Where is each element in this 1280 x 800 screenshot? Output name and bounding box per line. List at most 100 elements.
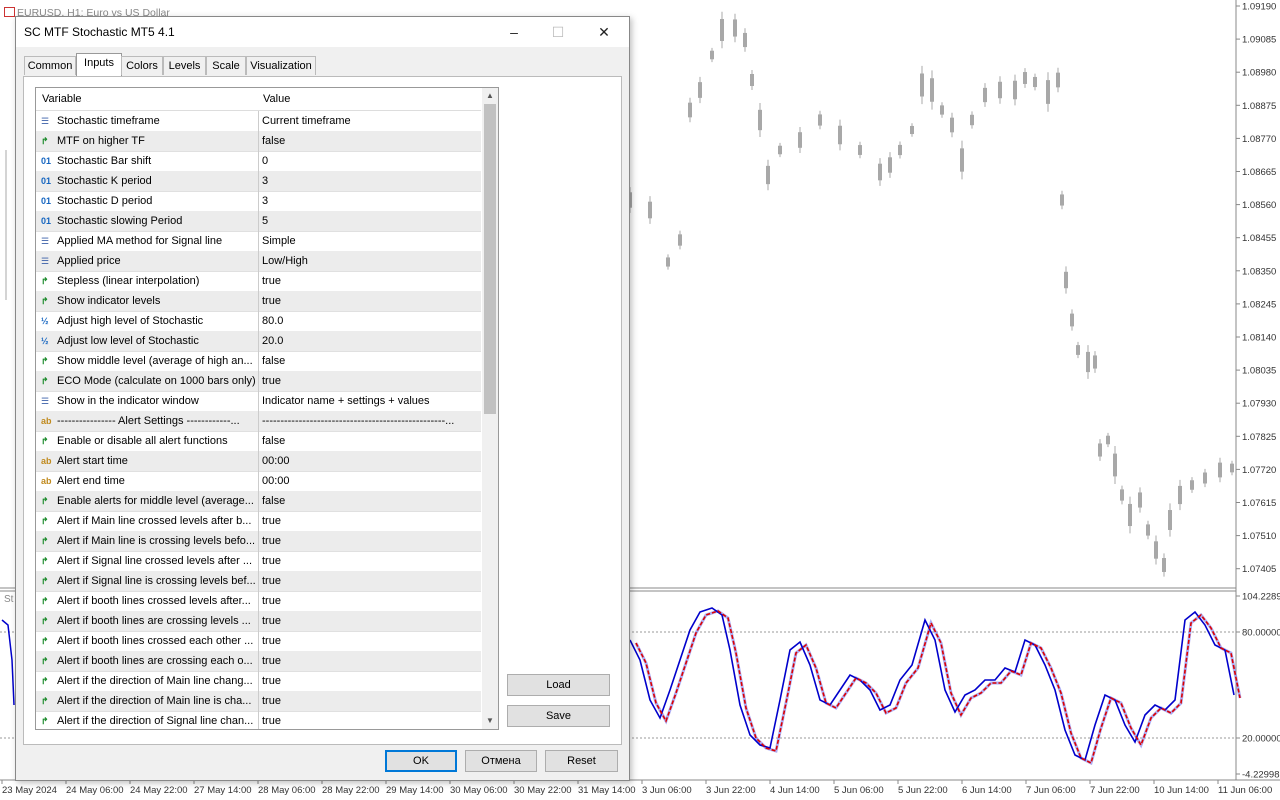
reset-button[interactable]: Reset	[545, 750, 618, 772]
input-value-cell[interactable]: ----------------------------------------…	[261, 411, 479, 431]
input-value-cell[interactable]: Current timeframe	[261, 111, 479, 131]
scroll-thumb[interactable]	[484, 104, 496, 414]
input-row[interactable]: ↱ Alert if booth lines are crossing each …	[36, 651, 481, 672]
minimize-button[interactable]: –	[492, 17, 536, 47]
input-value-cell[interactable]: Indicator name + settings + values	[261, 391, 479, 411]
input-value-cell[interactable]: true	[261, 291, 479, 311]
input-value[interactable]: false	[262, 435, 285, 447]
tab-levels[interactable]: Levels	[163, 56, 206, 75]
input-value[interactable]: false	[262, 495, 285, 507]
input-row[interactable]: ↱ ECO Mode (calculate on 1000 bars only) t…	[36, 371, 481, 392]
dialog-titlebar[interactable]: SC MTF Stochastic MT5 4.1 – ☐ ✕	[16, 17, 629, 47]
input-row[interactable]: ↱ Alert if Main line is crossing levels b…	[36, 531, 481, 552]
input-value[interactable]: true	[262, 375, 281, 387]
input-row[interactable]: 01 Stochastic Bar shift 0	[36, 151, 481, 172]
input-row[interactable]: ½ Adjust low level of Stochastic 20.0	[36, 331, 481, 352]
tab-colors[interactable]: Colors	[121, 56, 163, 75]
input-value[interactable]: true	[262, 675, 281, 687]
input-value-cell[interactable]: true	[261, 671, 479, 691]
tab-common[interactable]: Common	[24, 56, 76, 75]
input-row[interactable]: ↱ MTF on higher TF false	[36, 131, 481, 152]
input-value-cell[interactable]: true	[261, 371, 479, 391]
load-button[interactable]: Load	[507, 674, 610, 696]
input-value[interactable]: true	[262, 635, 281, 647]
input-value-cell[interactable]: true	[261, 511, 479, 531]
input-row[interactable]: ↱ Show middle level (average of high an..…	[36, 351, 481, 372]
input-row[interactable]: 01 Stochastic K period 3	[36, 171, 481, 192]
input-value-cell[interactable]: 3	[261, 191, 479, 211]
input-value-cell[interactable]: 5	[261, 211, 479, 231]
input-row[interactable]: ab ---------------- Alert Settings ------…	[36, 411, 481, 432]
input-value[interactable]: true	[262, 655, 281, 667]
input-row[interactable]: ↱ Alert if the direction of Main line cha…	[36, 671, 481, 692]
input-row[interactable]: ↱ Show indicator levels true	[36, 291, 481, 312]
scroll-down-icon[interactable]: ▼	[482, 713, 498, 729]
input-value[interactable]: true	[262, 615, 281, 627]
input-value-cell[interactable]: true	[261, 711, 479, 729]
input-value[interactable]: ----------------------------------------…	[262, 415, 454, 427]
input-row[interactable]: ab Alert end time 00:00	[36, 471, 481, 492]
input-row[interactable]: ↱ Alert if booth lines crossed each other…	[36, 631, 481, 652]
input-value[interactable]: true	[262, 555, 281, 567]
input-value-cell[interactable]: false	[261, 431, 479, 451]
input-row[interactable]: ☰ Stochastic timeframe Current timeframe	[36, 111, 481, 132]
tab-visualization[interactable]: Visualization	[246, 56, 316, 75]
input-value-cell[interactable]: 00:00	[261, 451, 479, 471]
input-row[interactable]: 01 Stochastic slowing Period 5	[36, 211, 481, 232]
input-row[interactable]: ↱ Enable alerts for middle level (average…	[36, 491, 481, 512]
input-value-cell[interactable]: true	[261, 651, 479, 671]
input-row[interactable]: ↱ Alert if Signal line crossed levels aft…	[36, 551, 481, 572]
input-value[interactable]: Current timeframe	[262, 115, 351, 127]
input-value-cell[interactable]: false	[261, 491, 479, 511]
close-button[interactable]: ✕	[582, 17, 626, 47]
input-value[interactable]: 0	[262, 155, 268, 167]
input-row[interactable]: ↱ Alert if booth lines are crossing level…	[36, 611, 481, 632]
inputs-grid[interactable]: Variable Value ☰ Stochastic timeframe Curr…	[35, 87, 499, 730]
input-value[interactable]: 3	[262, 175, 268, 187]
column-header-variable[interactable]: Variable	[42, 93, 82, 105]
input-value[interactable]: Simple	[262, 235, 296, 247]
input-value[interactable]: true	[262, 275, 281, 287]
input-value-cell[interactable]: true	[261, 611, 479, 631]
input-row[interactable]: ☰ Show in the indicator window Indicator n…	[36, 391, 481, 412]
input-row[interactable]: ↱ Alert if the direction of Signal line c…	[36, 711, 481, 729]
input-value-cell[interactable]: 80.0	[261, 311, 479, 331]
input-row[interactable]: ↱ Enable or disable all alert functions fa…	[36, 431, 481, 452]
input-value[interactable]: Low/High	[262, 255, 308, 267]
cancel-button[interactable]: Отмена	[465, 750, 537, 772]
input-value-cell[interactable]: 3	[261, 171, 479, 191]
input-value-cell[interactable]: true	[261, 531, 479, 551]
input-value-cell[interactable]: 20.0	[261, 331, 479, 351]
input-row[interactable]: ↱ Alert if the direction of Main line is …	[36, 691, 481, 712]
input-row[interactable]: ↱ Stepless (linear interpolation) true	[36, 271, 481, 292]
input-value-cell[interactable]: true	[261, 591, 479, 611]
input-value-cell[interactable]: true	[261, 271, 479, 291]
input-value[interactable]: true	[262, 575, 281, 587]
input-value[interactable]: 00:00	[262, 475, 290, 487]
input-row[interactable]: ☰ Applied MA method for Signal line Simple	[36, 231, 481, 252]
input-value[interactable]: true	[262, 695, 281, 707]
tab-inputs[interactable]: Inputs	[76, 53, 122, 76]
input-value-cell[interactable]: true	[261, 691, 479, 711]
input-row[interactable]: ☰ Applied price Low/High	[36, 251, 481, 272]
scroll-up-icon[interactable]: ▲	[482, 88, 498, 104]
input-value-cell[interactable]: true	[261, 551, 479, 571]
input-value-cell[interactable]: false	[261, 131, 479, 151]
input-value[interactable]: false	[262, 355, 285, 367]
input-row[interactable]: 01 Stochastic D period 3	[36, 191, 481, 212]
tab-scale[interactable]: Scale	[206, 56, 246, 75]
input-value-cell[interactable]: true	[261, 631, 479, 651]
input-row[interactable]: ½ Adjust high level of Stochastic 80.0	[36, 311, 481, 332]
input-value[interactable]: 00:00	[262, 455, 290, 467]
input-value-cell[interactable]: Low/High	[261, 251, 479, 271]
input-value-cell[interactable]: true	[261, 571, 479, 591]
input-value[interactable]: 20.0	[262, 335, 283, 347]
input-value[interactable]: true	[262, 295, 281, 307]
input-row[interactable]: ab Alert start time 00:00	[36, 451, 481, 472]
input-value[interactable]: 80.0	[262, 315, 283, 327]
input-value[interactable]: true	[262, 515, 281, 527]
input-row[interactable]: ↱ Alert if Signal line is crossing levels…	[36, 571, 481, 592]
input-value[interactable]: true	[262, 535, 281, 547]
input-value[interactable]: 5	[262, 215, 268, 227]
ok-button[interactable]: OK	[385, 750, 457, 772]
